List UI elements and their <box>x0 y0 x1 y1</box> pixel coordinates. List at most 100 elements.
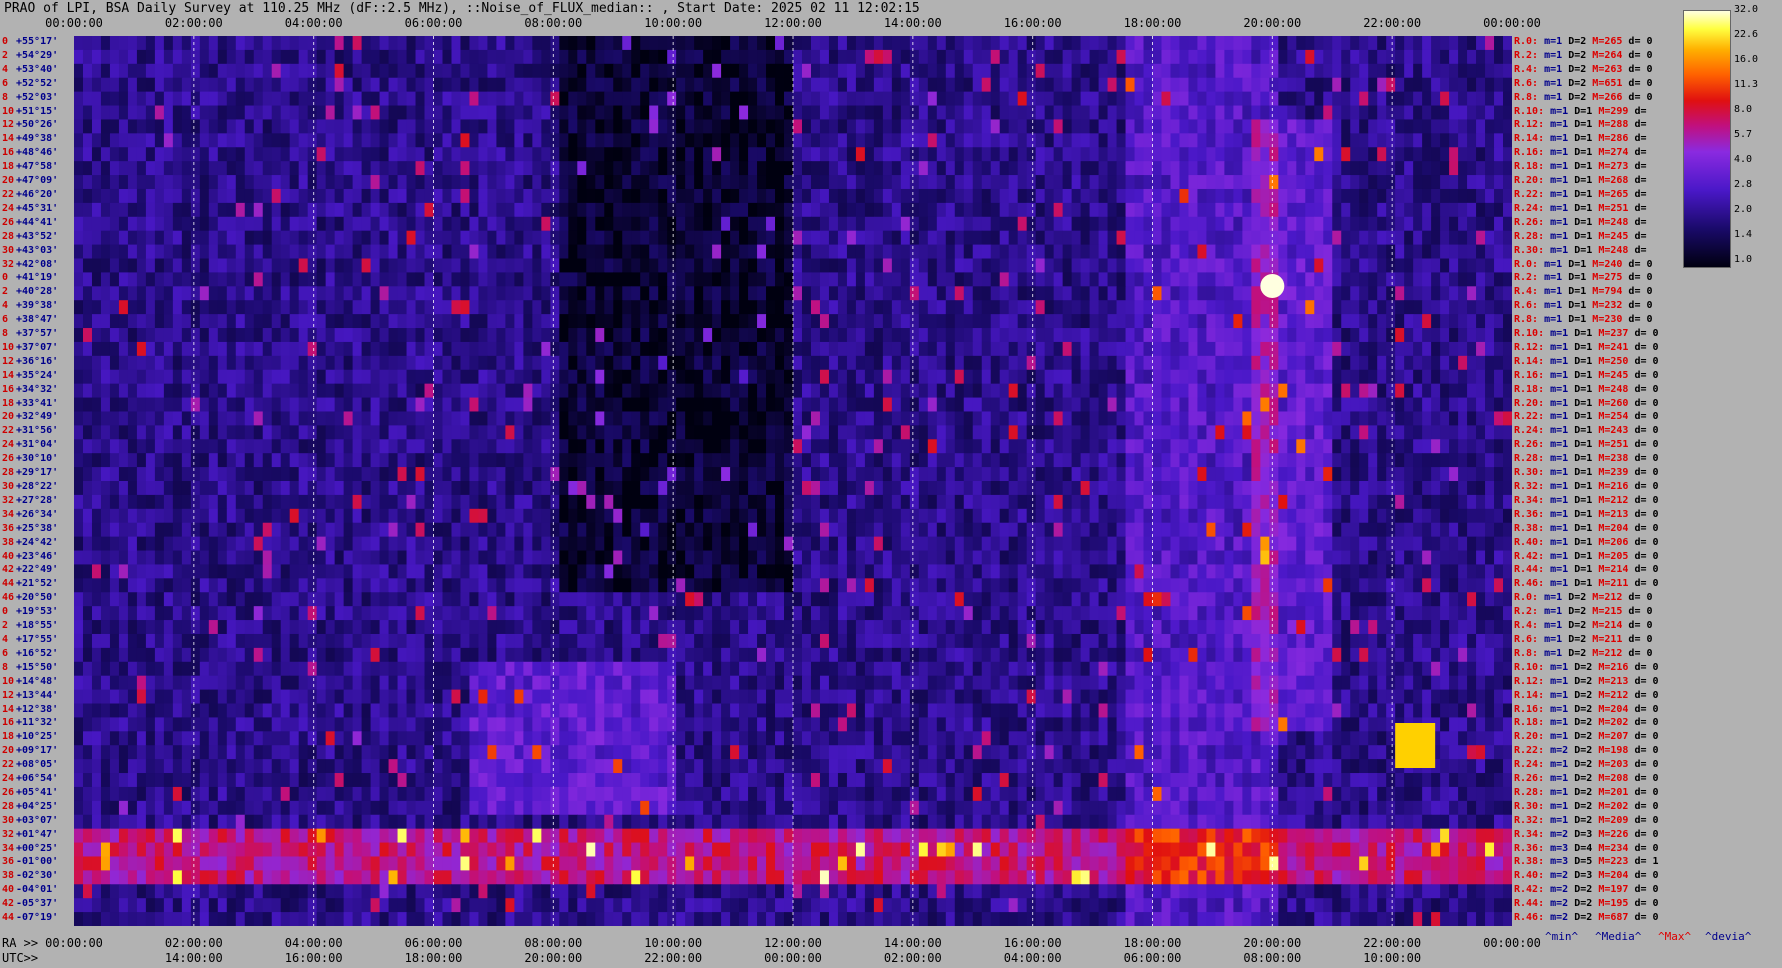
heatmap-cell <box>891 286 902 301</box>
heatmap-cell <box>739 397 749 412</box>
heatmap-cell <box>514 286 524 301</box>
heatmap-cell <box>694 77 704 93</box>
heatmap-cell <box>1377 300 1387 315</box>
heatmap-cell <box>1017 397 1028 412</box>
heatmap-cell <box>1431 230 1441 246</box>
heatmap-cell <box>415 63 426 79</box>
heatmap-cell <box>900 36 911 51</box>
heatmap-cell <box>945 314 956 329</box>
heatmap-cell <box>271 36 282 51</box>
heatmap-cell <box>748 411 758 426</box>
heatmap-cell <box>334 425 345 440</box>
heatmap-cell <box>433 425 443 440</box>
heatmap-cell <box>298 244 309 259</box>
heatmap-cell <box>1395 411 1405 426</box>
heatmap-cell <box>1260 230 1270 246</box>
heatmap-cell <box>190 286 201 301</box>
heatmap-cell <box>154 133 165 148</box>
heatmap-cell <box>424 49 434 65</box>
heatmap-cell <box>109 133 120 148</box>
heatmap-cell <box>262 383 273 399</box>
heatmap-cell <box>532 300 542 315</box>
heatmap-cell <box>1242 341 1252 357</box>
heatmap-cell <box>1224 230 1234 246</box>
heatmap-cell <box>864 188 875 204</box>
heatmap-cell <box>721 355 731 371</box>
heatmap-cell <box>1143 77 1153 93</box>
heatmap-cell <box>1197 202 1207 218</box>
heatmap-cell <box>1008 286 1019 301</box>
heatmap-cell <box>163 258 174 273</box>
heatmap-cell <box>442 383 452 399</box>
heatmap-cell <box>577 300 587 315</box>
heatmap-cell <box>1377 411 1387 426</box>
heatmap-cell <box>235 49 246 65</box>
heatmap-cell <box>1350 147 1360 162</box>
heatmap-cell <box>199 341 210 357</box>
heatmap-cell <box>1278 383 1288 399</box>
heatmap-cell <box>397 230 408 246</box>
heatmap-cell <box>1368 91 1378 107</box>
heatmap-cell <box>1179 244 1189 259</box>
heatmap-cell <box>810 425 821 440</box>
heatmap-cell <box>74 355 84 371</box>
heatmap-cell <box>460 411 470 426</box>
heatmap-cell <box>253 244 264 259</box>
heatmap-cell <box>352 49 363 65</box>
heatmap-cell <box>1242 216 1252 232</box>
heatmap-cell <box>82 49 93 65</box>
heatmap-cell <box>469 244 479 259</box>
heatmap-cell <box>819 425 830 440</box>
heatmap-cell <box>181 286 192 301</box>
heatmap-cell <box>289 216 300 232</box>
heatmap-cell <box>226 328 237 343</box>
heatmap-cell <box>1314 105 1324 120</box>
heatmap-cell <box>972 383 983 399</box>
heatmap-cell <box>343 286 354 301</box>
heatmap-cell <box>532 258 542 273</box>
heatmap-cell <box>235 147 246 162</box>
heatmap-cell <box>1440 369 1450 385</box>
heatmap-cell <box>451 188 461 204</box>
heatmap-cell <box>1116 341 1127 357</box>
heatmap-cell <box>1017 355 1028 371</box>
heatmap-cell <box>316 369 327 385</box>
heatmap-cell <box>775 188 785 204</box>
heatmap-cell <box>936 91 947 107</box>
heatmap-cell <box>784 439 794 454</box>
heatmap-cell <box>595 328 605 343</box>
heatmap-cell <box>891 188 902 204</box>
heatmap-cell <box>379 77 390 93</box>
heatmap-cell <box>397 244 408 259</box>
heatmap-cell <box>1125 286 1136 301</box>
heatmap-cell <box>1413 77 1423 93</box>
heatmap-cell <box>280 383 291 399</box>
heatmap-cell <box>280 202 291 218</box>
heatmap-cell <box>927 91 938 107</box>
heatmap-cell <box>721 286 731 301</box>
heatmap-cell <box>334 341 345 357</box>
heatmap-cell <box>667 300 677 315</box>
heatmap-cell <box>226 105 237 120</box>
heatmap-cell <box>1314 216 1324 232</box>
heatmap-cell <box>945 105 956 120</box>
heatmap-cell <box>559 91 569 107</box>
heatmap-cell <box>1269 175 1279 190</box>
heatmap-cell <box>730 383 740 399</box>
heatmap-cell <box>1107 397 1118 412</box>
heatmap-cell <box>909 216 920 232</box>
heatmap-cell <box>1143 91 1153 107</box>
heatmap-cell <box>595 300 605 315</box>
heatmap-cell <box>613 91 623 107</box>
heatmap-cell <box>1143 258 1153 273</box>
heatmap-cell <box>145 119 156 134</box>
heatmap-cell <box>118 300 129 315</box>
heatmap-cell <box>1359 383 1369 399</box>
heatmap-cell <box>604 119 614 134</box>
heatmap-cell <box>1377 230 1387 246</box>
heatmap-cell <box>837 147 848 162</box>
heatmap-cell <box>1170 411 1180 426</box>
heatmap-cell <box>1467 175 1477 190</box>
heatmap-cell <box>1107 161 1118 176</box>
heatmap-cell <box>1287 202 1297 218</box>
